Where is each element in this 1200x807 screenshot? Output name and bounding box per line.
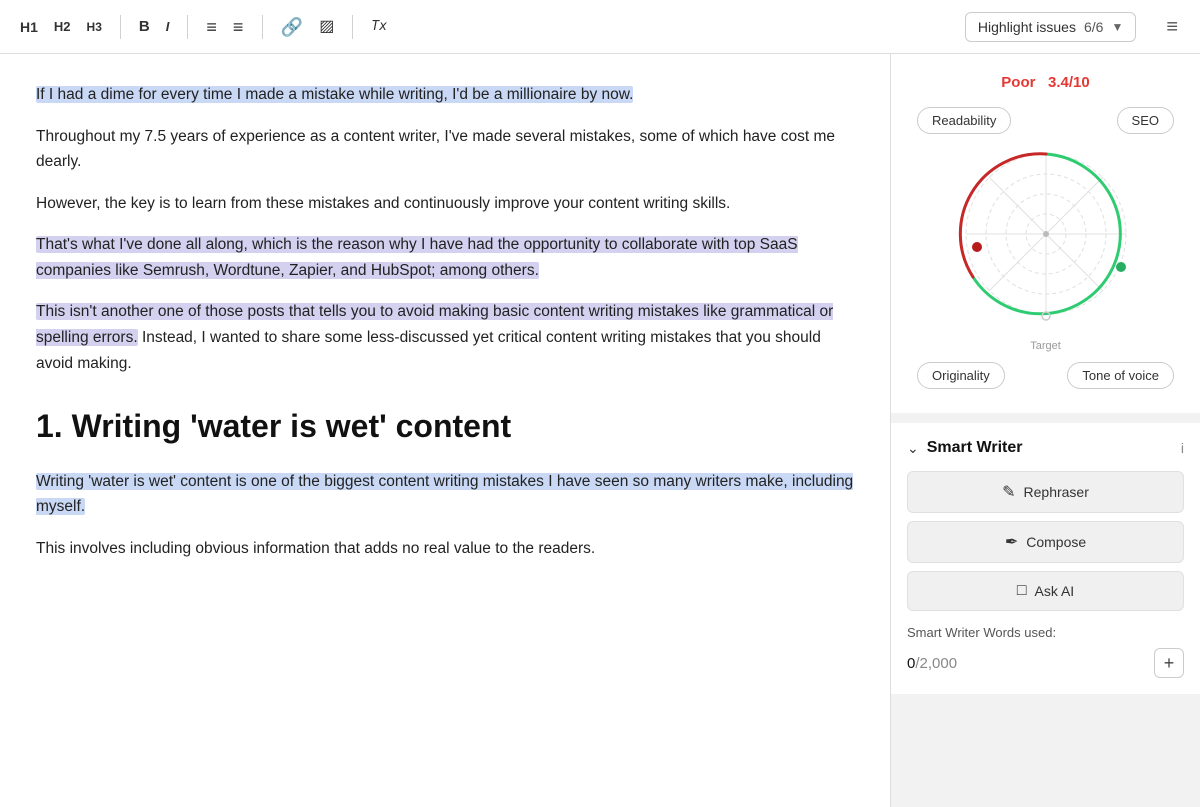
words-total: /2,000 [915,655,957,672]
h1-button[interactable]: H1 [14,16,44,38]
compose-label: Compose [1026,534,1086,550]
score-card: Poor 3.4/10 Readability SEO [891,54,1200,413]
divider-2 [187,15,188,39]
unordered-list-button[interactable]: ≡ [227,14,250,40]
rephraser-label: Rephraser [1024,484,1089,500]
highlight-dropdown[interactable]: Highlight issues 6/6 ▼ [965,12,1136,42]
highlight-text-6: Writing 'water is wet' content is one of… [36,473,853,516]
ask-ai-label: Ask AI [1034,583,1074,599]
hamburger-button[interactable]: ≡ [1158,13,1186,41]
radar-bottom-labels: Originality Tone of voice [907,362,1184,389]
h3-button[interactable]: H3 [81,17,108,37]
divider-1 [120,15,121,39]
paragraph-4: That's what I've done all along, which i… [36,232,854,283]
highlight-text-4: That's what I've done all along, which i… [36,236,798,279]
radar-svg [936,134,1156,334]
seo-button[interactable]: SEO [1117,107,1174,134]
compose-button[interactable]: ✒ Compose [907,521,1184,563]
smart-writer-header: ⌄ Smart Writer i [907,439,1184,457]
toolbar: H1 H2 H3 B I ≡ ≡ 🔗 ▨ Tx Highlight issues… [0,0,1200,54]
readability-button[interactable]: Readability [917,107,1011,134]
italic-button[interactable]: I [160,16,176,37]
compose-icon: ✒ [1005,532,1018,552]
highlight-text-1: If I had a dime for every time I made a … [36,86,633,103]
paragraph-6: Writing 'water is wet' content is one of… [36,469,854,520]
eraser-button[interactable]: Tx [365,16,393,37]
words-counter: 0/2,000 [907,655,957,672]
score-title: Poor 3.4/10 [907,74,1184,91]
paragraph-7: This involves including obvious informat… [36,536,854,562]
rephraser-icon: ✎ [1002,482,1015,502]
paragraph-3: However, the key is to learn from these … [36,191,854,217]
heading-buttons: H1 H2 H3 [14,16,108,38]
divider-3 [262,15,263,39]
list-buttons: ≡ ≡ [200,14,250,40]
paragraph-5: This isn't another one of those posts th… [36,299,854,376]
main-area: If I had a dime for every time I made a … [0,54,1200,807]
score-value: 3.4/10 [1048,74,1090,91]
format-buttons: B I [133,15,175,38]
highlight-count: 6/6 [1084,19,1103,35]
right-panel: Poor 3.4/10 Readability SEO [890,54,1200,807]
highlight-label: Highlight issues [978,19,1076,35]
paragraph-1: If I had a dime for every time I made a … [36,82,854,108]
target-label: Target [907,340,1184,352]
smart-writer-panel: ⌄ Smart Writer i ✎ Rephraser ✒ Compose □… [891,423,1200,694]
score-prefix: Poor [1001,74,1035,91]
ask-ai-button[interactable]: □ Ask AI [907,571,1184,611]
plus-button[interactable]: + [1154,648,1184,678]
divider-4 [352,15,353,39]
info-icon[interactable]: i [1181,440,1184,456]
smart-writer-chevron-icon[interactable]: ⌄ [907,440,919,457]
tone-of-voice-button[interactable]: Tone of voice [1067,362,1174,389]
smart-writer-title: Smart Writer [927,439,1173,457]
chevron-down-icon: ▼ [1111,20,1123,34]
radar-top-labels: Readability SEO [907,107,1184,134]
radar-chart [936,134,1156,334]
rephraser-button[interactable]: ✎ Rephraser [907,471,1184,513]
bold-button[interactable]: B [133,15,156,38]
h2-button[interactable]: H2 [48,16,77,37]
ask-ai-icon: □ [1017,582,1027,600]
words-counter-row: 0/2,000 + [907,648,1184,678]
originality-button[interactable]: Originality [917,362,1005,389]
words-used-label: Smart Writer Words used: [907,625,1184,640]
link-button[interactable]: 🔗 [275,14,309,40]
insert-buttons: 🔗 ▨ [275,14,341,40]
ordered-list-button[interactable]: ≡ [200,14,223,40]
paragraph-2: Throughout my 7.5 years of experience as… [36,124,854,175]
editor-pane[interactable]: If I had a dime for every time I made a … [0,54,890,807]
heading-1: 1. Writing 'water is wet' content [36,400,854,453]
image-button[interactable]: ▨ [313,15,340,39]
para5-part2: Instead, I wanted to share some less-dis… [36,329,821,372]
